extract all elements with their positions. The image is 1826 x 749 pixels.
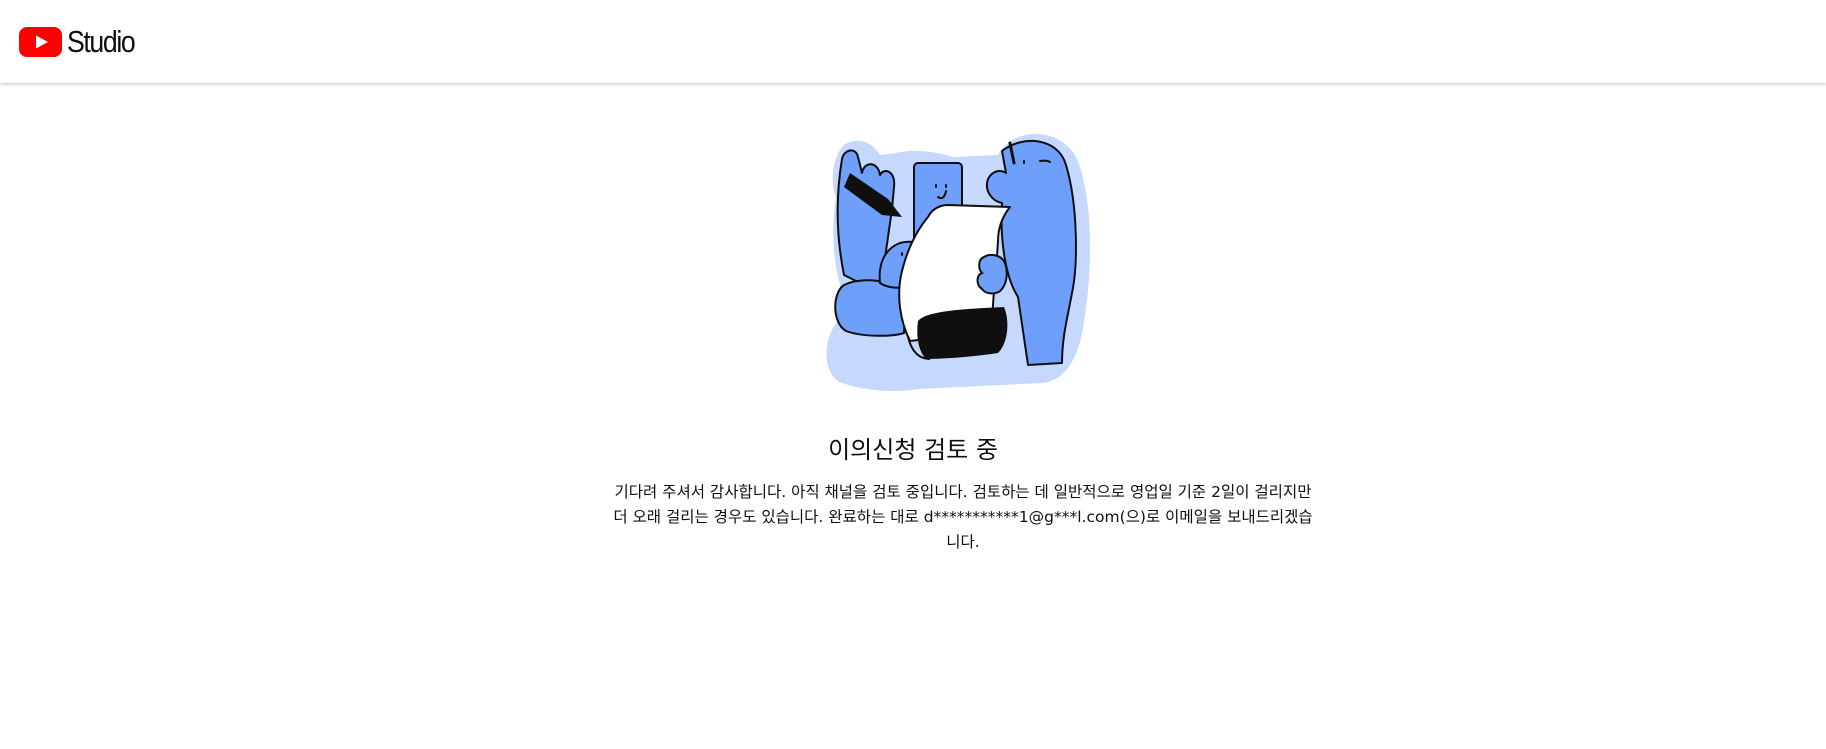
- appeal-status-page: 이의신청 검토 중 기다려 주셔서 감사합니다. 아직 채널을 검토 중입니다.…: [0, 83, 1826, 749]
- top-app-bar: Studio: [0, 0, 1826, 83]
- status-message: 기다려 주셔서 감사합니다. 아직 채널을 검토 중입니다. 검토하는 데 일반…: [613, 483, 1313, 551]
- youtube-studio-logo[interactable]: Studio: [19, 24, 145, 59]
- page-title: 이의신청 검토 중: [828, 436, 998, 464]
- appeal-review-illustration: [826, 133, 1091, 392]
- logo-text: Studio: [67, 24, 136, 59]
- youtube-play-icon: [19, 27, 62, 57]
